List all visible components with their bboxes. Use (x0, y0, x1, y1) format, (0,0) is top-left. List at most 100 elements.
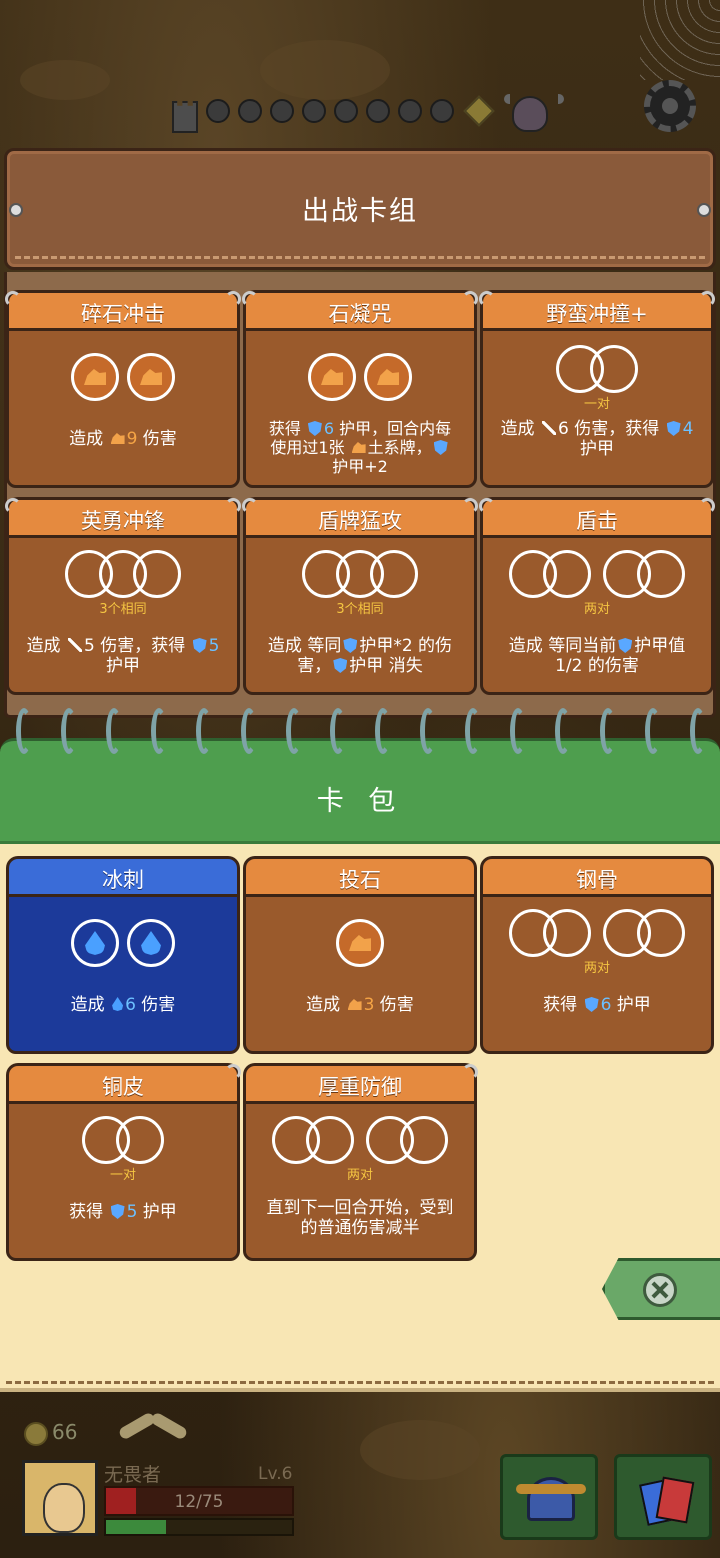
settings-gear-icon[interactable] (644, 80, 696, 132)
card-name: 厚重防御 (318, 1075, 402, 1099)
water-slot-icon (127, 919, 175, 967)
deck-card[interactable]: 野蛮冲撞+ 一对 造成 6 伤害，获得 4 护甲 (479, 290, 715, 488)
player-name: 无畏者 (104, 1464, 162, 1486)
cards-button[interactable] (614, 1454, 712, 1540)
deck-card[interactable]: 石凝咒 获得 6 护甲，回合内每 使用过1张 土系牌， 护甲+2 (242, 290, 478, 488)
card-name: 铜皮 (102, 1075, 144, 1099)
earth-icon (110, 433, 125, 444)
card-description: 获得 6 护甲，回合内每 使用过1张 土系牌， 护甲+2 (268, 419, 452, 476)
earth-slot-icon (364, 353, 412, 401)
earth-icon (347, 999, 362, 1010)
armor-icon (666, 421, 681, 436)
background-rock (360, 1420, 480, 1480)
card-name: 碎石冲击 (81, 302, 165, 326)
slot-requirement: 两对 (346, 1168, 373, 1183)
stage-dot (238, 99, 262, 123)
close-icon (643, 1273, 677, 1307)
hp-text: 12/75 (174, 1492, 224, 1512)
empty-slot (306, 1116, 354, 1164)
tower-icon (168, 93, 198, 129)
armor-icon (192, 638, 207, 653)
sword-icon (67, 638, 82, 652)
stage-dot (398, 99, 422, 123)
slot-requirement: 两对 (583, 961, 610, 976)
empty-slot (637, 909, 685, 957)
pack-card[interactable]: 投石 造成 3 伤害 (243, 856, 477, 1054)
pack-card[interactable]: 厚重防御 两对 直到下一回合开始，受到 的普通伤害减半 (243, 1063, 478, 1261)
card-description: 获得 5 护甲 (69, 1202, 177, 1222)
empty-slot (116, 1116, 164, 1164)
earth-icon (351, 442, 366, 453)
card-description: 造成 5 伤害，获得 5 护甲 (26, 636, 220, 676)
armor-icon (110, 1204, 125, 1219)
armor-icon (618, 638, 633, 653)
deck-card[interactable]: 英勇冲锋 3个相同 造成 5 伤害，获得 5 护甲 (5, 497, 241, 695)
equipment-button[interactable] (500, 1454, 598, 1540)
water-icon (112, 997, 124, 1011)
stage-dot (366, 99, 390, 123)
background-rock (20, 60, 110, 100)
card-name: 投石 (339, 868, 381, 892)
empty-slot (637, 550, 685, 598)
earth-slot-icon (308, 353, 356, 401)
card-name: 盾击 (576, 509, 618, 533)
card-description: 造成 6 伤害，获得 4 护甲 (500, 419, 694, 459)
xp-fill (106, 1520, 166, 1534)
deck-card[interactable]: 盾牌猛攻 3个相同 造成 等同 护甲*2 的伤 害， 护甲 消失 (242, 497, 478, 695)
empty-slot (543, 550, 591, 598)
pack-card[interactable]: 钢骨 两对 获得 6 护甲 (480, 856, 714, 1054)
deck-header: 出战卡组 (4, 148, 716, 270)
card-name: 野蛮冲撞+ (546, 302, 648, 326)
deck-title: 出战卡组 (302, 196, 418, 227)
armor-icon (433, 440, 448, 455)
stage-dot (334, 99, 358, 123)
helmet-icon (516, 1477, 586, 1521)
card-description: 造成 3 伤害 (306, 995, 414, 1015)
armor-icon (343, 638, 358, 653)
avatar[interactable] (22, 1460, 98, 1536)
treasure-diamond-icon (463, 95, 495, 127)
slot-requirement: 一对 (109, 1168, 136, 1183)
card-description: 造成 等同 护甲*2 的伤 害， 护甲 消失 (267, 636, 453, 676)
card-name: 盾牌猛攻 (318, 509, 402, 533)
pack-card-selected[interactable]: 冰刺 造成 6 伤害 (6, 856, 240, 1054)
pack-card[interactable]: 铜皮 一对 获得 5 护甲 (6, 1063, 241, 1261)
earth-slot-icon (127, 353, 175, 401)
stage-dot (302, 99, 326, 123)
water-slot-icon (71, 919, 119, 967)
card-name: 冰刺 (102, 868, 144, 892)
card-name: 英勇冲锋 (81, 509, 165, 533)
coin-icon (24, 1422, 48, 1446)
card-description: 造成 6 伤害 (70, 995, 176, 1015)
empty-slot (543, 909, 591, 957)
card-description: 造成 等同当前 护甲值 1/2 的伤害 (508, 636, 686, 676)
close-button[interactable] (602, 1258, 720, 1320)
slot-requirement: 两对 (583, 602, 610, 617)
xp-bar (104, 1518, 294, 1536)
armor-icon (333, 658, 348, 673)
deck-card[interactable]: 碎石冲击 造成 9 伤害 (5, 290, 241, 488)
slot-requirement: 一对 (583, 397, 610, 412)
deck-card[interactable]: 盾击 两对 造成 等同当前 护甲值 1/2 的伤害 (479, 497, 715, 695)
cards-icon (643, 1475, 689, 1525)
card-name: 石凝咒 (328, 302, 392, 326)
stage-dot (430, 99, 454, 123)
stage-progress (168, 88, 564, 134)
sword-icon (541, 421, 556, 435)
boss-skull-icon (504, 90, 564, 132)
binder-rings (16, 708, 706, 754)
armor-icon (584, 997, 599, 1012)
empty-slot (590, 345, 638, 393)
earth-slot-icon (71, 353, 119, 401)
pack-title: 卡 包 (316, 786, 404, 817)
empty-slot (370, 550, 418, 598)
slot-requirement: 3个相同 (336, 602, 384, 617)
empty-slot (400, 1116, 448, 1164)
armor-icon (307, 421, 322, 436)
player-level: Lv.6 (258, 1464, 293, 1484)
empty-slot (133, 550, 181, 598)
stage-dot (206, 99, 230, 123)
stage-dot (270, 99, 294, 123)
hp-bar: 12/75 (104, 1486, 294, 1516)
card-description: 直到下一回合开始，受到 的普通伤害减半 (266, 1198, 454, 1238)
